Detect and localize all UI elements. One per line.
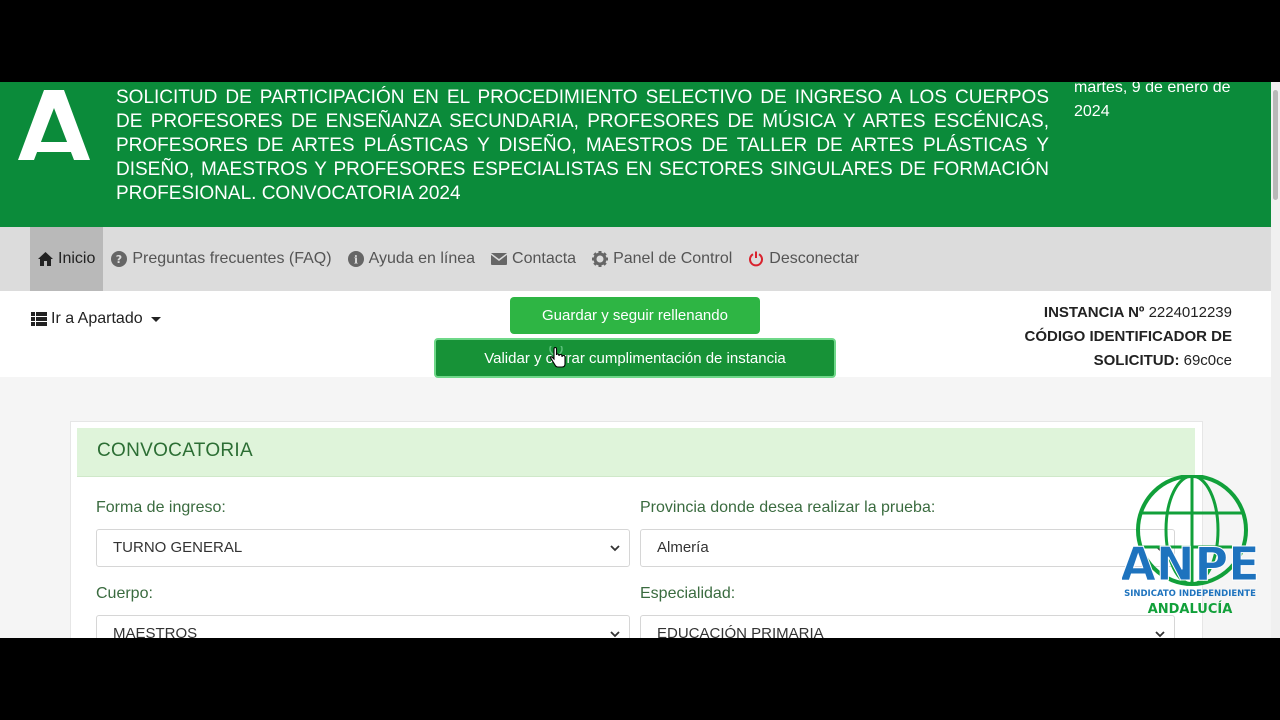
nav-inicio-label: Inicio [58,250,96,267]
envelope-icon [491,253,508,265]
cuerpo-select[interactable]: MAESTROS [96,615,630,638]
svg-text:?: ? [116,253,122,266]
main-navbar: Inicio ? Preguntas frecuentes (FAQ) i Ay… [0,227,1271,291]
site-header: SOLICITUD DE PARTICIPACIÓN EN EL PROCEDI… [0,82,1271,227]
anpe-subtitle-text: SINDICATO INDEPENDIENTE [1124,589,1256,599]
forma-ingreso-label: Forma de ingreso: [96,499,226,516]
instance-number-label: INSTANCIA Nº [1043,304,1145,321]
especialidad-value: EDUCACIÓN PRIMARIA [657,625,824,638]
nav-desconectar[interactable]: Desconectar [740,227,867,291]
cuerpo-value: MAESTROS [113,625,198,638]
page-title: SOLICITUD DE PARTICIPACIÓN EN EL PROCEDI… [116,87,1049,204]
section-title: CONVOCATORIA [97,440,253,461]
goto-section-dropdown[interactable]: Ir a Apartado [31,310,161,328]
provincia-label: Provincia donde desea realizar la prueba… [640,499,936,516]
forma-ingreso-select[interactable]: TURNO GENERAL [96,529,630,567]
chevron-down-icon [610,631,620,638]
request-code-label: CÓDIGO IDENTIFICADOR DE [1024,328,1232,345]
current-date: martes, 9 de enero de 2024 [1074,82,1231,120]
forma-ingreso-value: TURNO GENERAL [113,539,243,556]
request-code-label-2: SOLICITUD: [1093,352,1180,369]
validate-close-button[interactable]: Validar y cerrar cumplimentación de inst… [434,338,836,378]
action-toolbar: Ir a Apartado Guardar y seguir rellenand… [0,291,1271,378]
chevron-down-icon [1155,631,1165,638]
nav-panel-control[interactable]: Panel de Control [584,227,740,291]
caret-down-icon [150,316,161,322]
nav-inicio[interactable]: Inicio [30,227,104,291]
especialidad-select[interactable]: EDUCACIÓN PRIMARIA [640,615,1175,638]
vertical-scrollbar[interactable] [1271,82,1280,638]
instance-number-value: 2224012239 [1148,304,1232,321]
nav-contacta[interactable]: Contacta [483,227,584,291]
goto-section-label: Ir a Apartado [51,310,143,327]
scrollbar-thumb[interactable] [1273,90,1278,200]
provincia-value: Almería [657,539,709,556]
question-circle-icon: ? [111,251,128,267]
nav-faq[interactable]: ? Preguntas frecuentes (FAQ) [103,227,339,291]
especialidad-label: Especialidad: [640,585,736,602]
list-icon [31,312,47,326]
provincia-select[interactable]: Almería [640,529,1175,567]
nav-desconectar-label: Desconectar [769,250,860,267]
junta-andalucia-logo [18,90,90,160]
anpe-region-text: ANDALUCÍA [1148,601,1233,617]
nav-faq-label: Preguntas frecuentes (FAQ) [132,250,332,267]
chevron-down-icon [610,545,620,552]
page-viewport: SOLICITUD DE PARTICIPACIÓN EN EL PROCEDI… [0,82,1280,638]
nav-panel-control-label: Panel de Control [613,250,733,267]
gear-icon [592,251,609,267]
info-circle-icon: i [347,251,364,267]
power-icon [749,251,764,267]
cuerpo-label: Cuerpo: [96,585,153,602]
request-code-value: 69c0ce [1183,352,1232,369]
hand-cursor-icon [549,346,566,368]
anpe-watermark-logo: ANPE SINDICATO INDEPENDIENTE ANDALUCÍA [1122,475,1258,617]
convocatoria-card: CONVOCATORIA Forma de ingreso: TURNO GEN… [70,421,1203,638]
home-icon [38,252,53,266]
anpe-name-text: ANPE [1122,537,1258,591]
svg-text:i: i [353,254,357,267]
instance-info: INSTANCIA Nº 2224012239 CÓDIGO IDENTIFIC… [1024,301,1232,373]
convocatoria-card-header: CONVOCATORIA [77,428,1195,477]
nav-ayuda[interactable]: i Ayuda en línea [340,227,483,291]
nav-ayuda-label: Ayuda en línea [368,250,476,267]
nav-contacta-label: Contacta [512,250,577,267]
save-continue-button[interactable]: Guardar y seguir rellenando [510,297,760,334]
